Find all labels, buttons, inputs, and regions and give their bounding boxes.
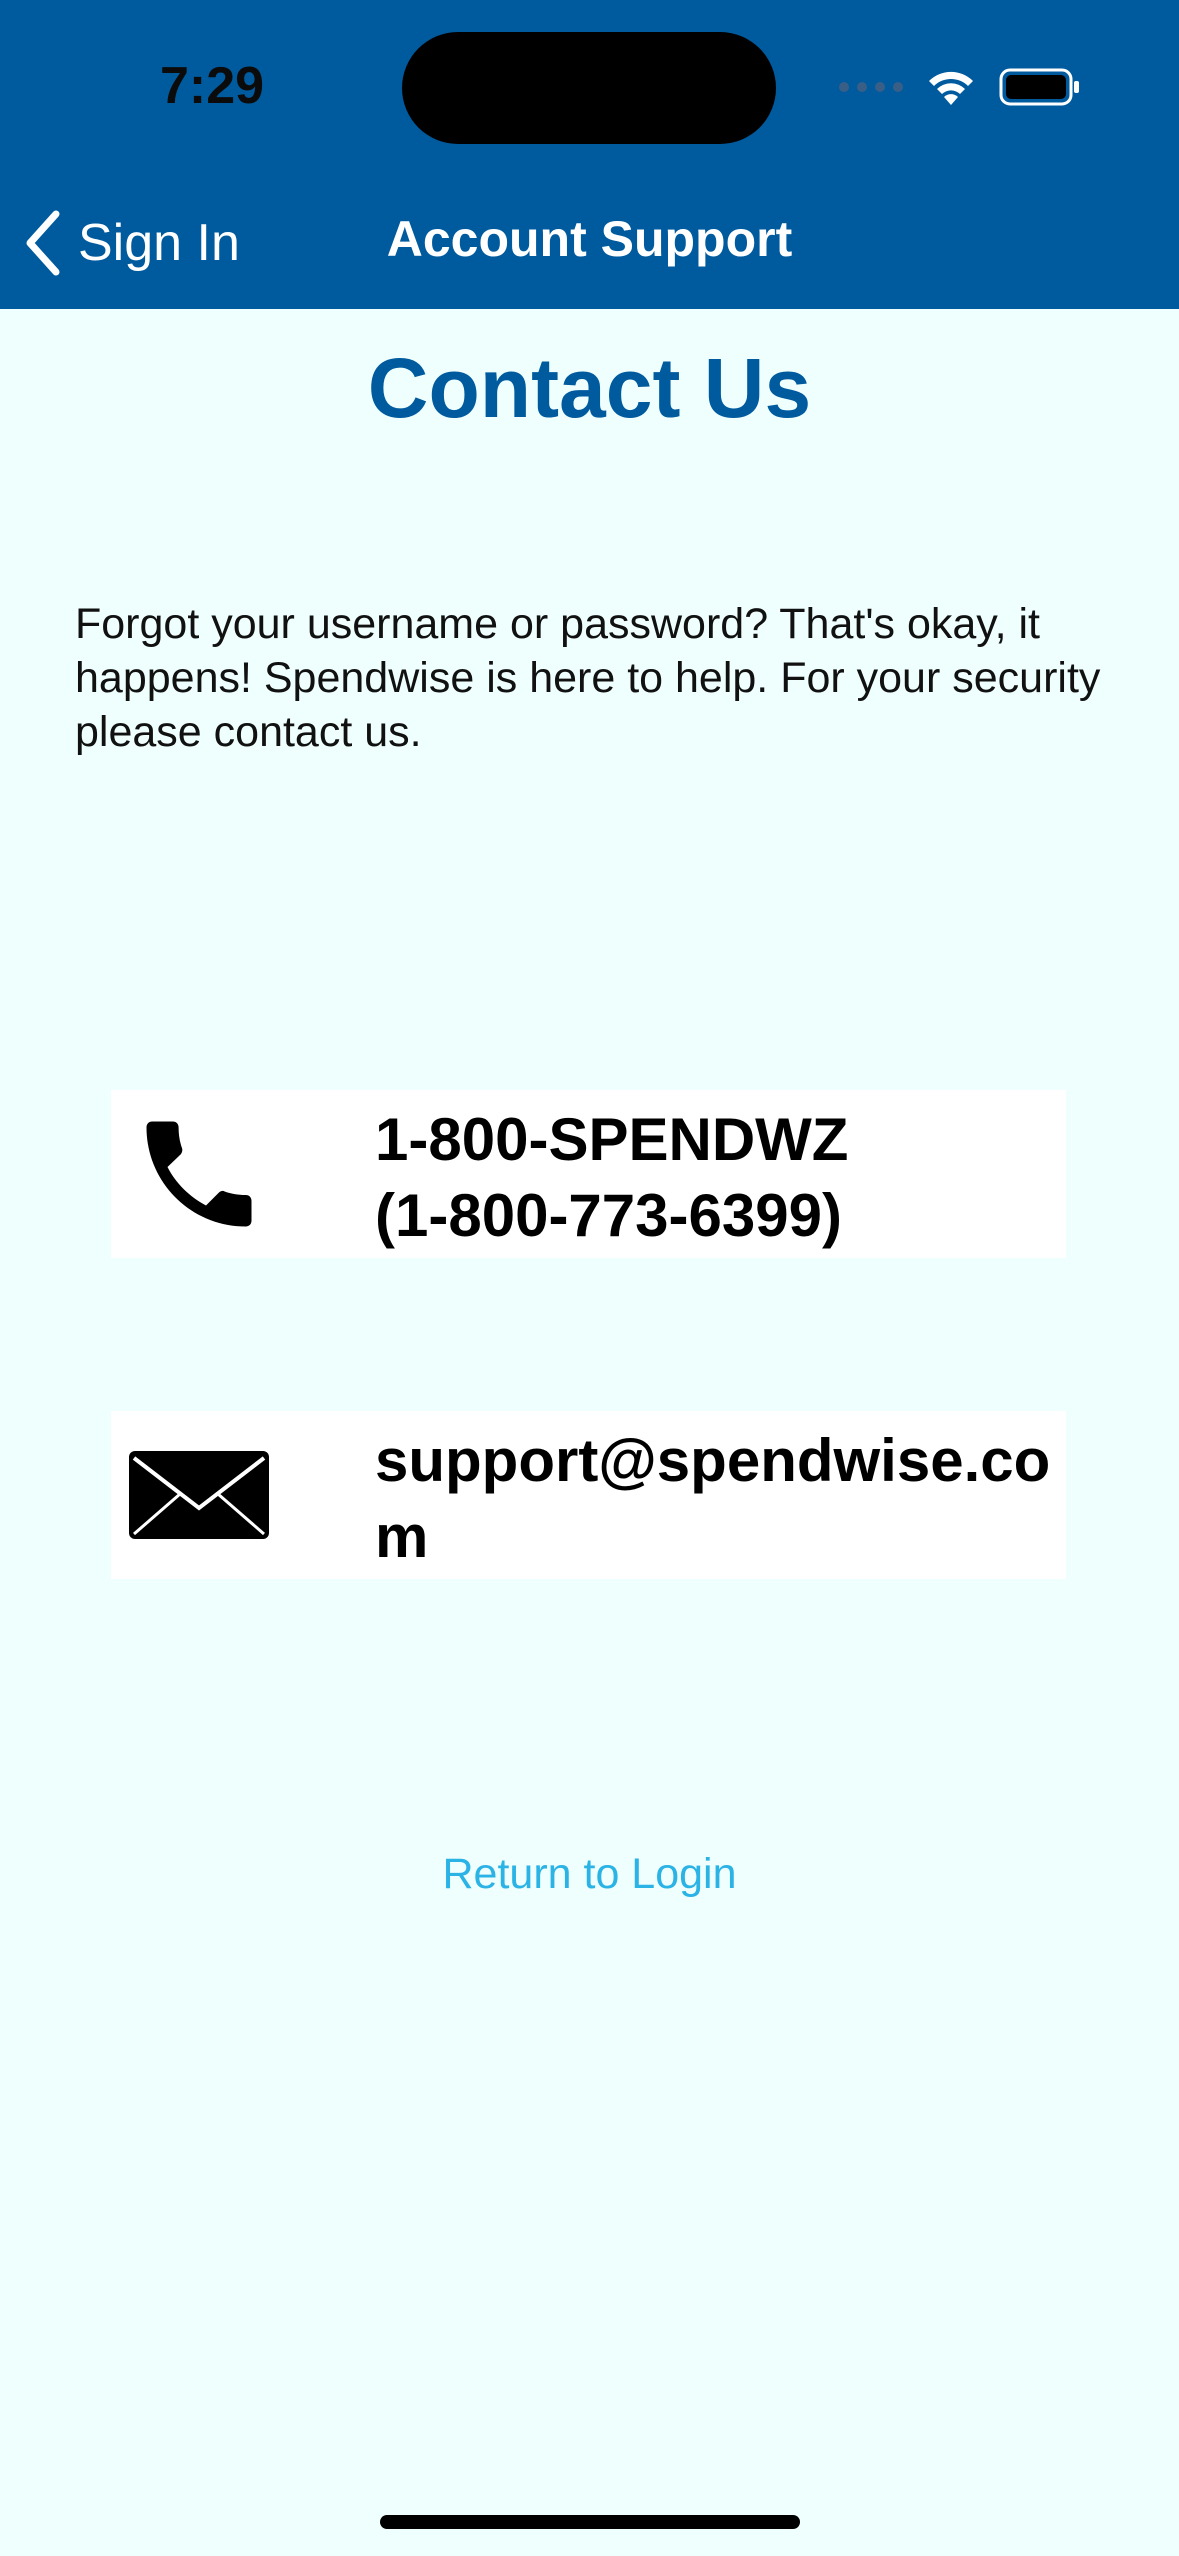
back-button-label: Sign In [78,214,240,272]
page-title: Contact Us [367,341,812,435]
intro-text: Forgot your username or password? That's… [75,600,1101,756]
phone-number-text: 1-800-SPENDWZ (1-800-773-6399) [375,1102,1065,1254]
cellular-signal-icon [839,82,903,92]
status-time: 7:29 [160,57,265,115]
return-to-login-link[interactable]: Return to Login [0,1850,1179,1899]
envelope-icon [127,1421,271,1569]
phone-number-digits: (1-800-773-6399) [375,1182,842,1249]
phone-icon [127,1100,271,1248]
phone-number-vanity: 1-800-SPENDWZ [375,1106,849,1173]
navigation-header: 7:29 Account Support Sign In [0,0,1179,309]
chevron-left-icon [26,210,60,276]
status-indicators [839,62,1081,112]
home-indicator [380,2515,800,2529]
dynamic-island [402,32,776,144]
back-button[interactable]: Sign In [22,208,240,278]
email-contact-button[interactable]: support@spendwise.com [111,1411,1066,1579]
email-address-text: support@spendwise.com [375,1427,1051,1570]
battery-icon [999,68,1079,106]
wifi-icon [929,71,973,105]
phone-contact-button[interactable]: 1-800-SPENDWZ (1-800-773-6399) [111,1090,1066,1258]
